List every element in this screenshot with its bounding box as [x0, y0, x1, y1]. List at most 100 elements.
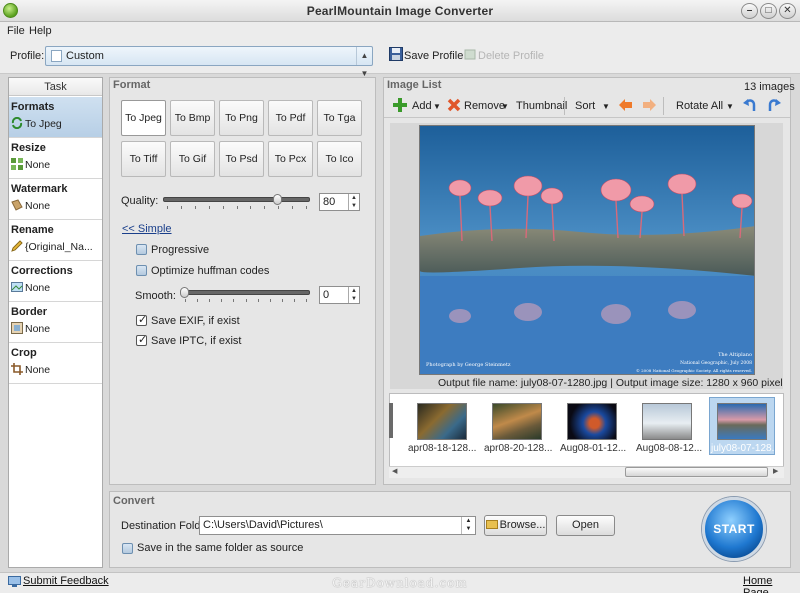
scrollbar-thumb[interactable]	[625, 467, 768, 477]
to-jpeg-button[interactable]: To Jpeg	[121, 100, 166, 136]
task-title: Formats	[11, 101, 55, 113]
thumbnail-image[interactable]	[417, 403, 467, 440]
to-png-button[interactable]: To Png	[219, 100, 264, 136]
thumbnail-image[interactable]	[567, 403, 617, 440]
remove-icon	[447, 98, 461, 112]
task-crop[interactable]: Crop None	[9, 343, 102, 384]
to-tga-button[interactable]: To Tga	[317, 100, 362, 136]
rotate-left-icon[interactable]	[743, 98, 757, 112]
to-pcx-button[interactable]: To Pcx	[268, 141, 313, 177]
thumbnail-image[interactable]	[717, 403, 767, 440]
to-pdf-button[interactable]: To Pdf	[268, 100, 313, 136]
sort-dropdown-icon[interactable]: ▼	[602, 102, 610, 111]
photo-caption-title: The Altiplano	[718, 352, 752, 358]
slider-tick	[264, 206, 265, 209]
watermark-icon	[11, 199, 23, 211]
quality-spinbox[interactable]: 80 ▲ ▼	[319, 193, 360, 211]
spin-arrows-icon[interactable]: ▲ ▼	[348, 287, 359, 303]
slider-tick	[237, 206, 238, 209]
rotate-dropdown-icon[interactable]: ▼	[726, 102, 734, 111]
image-preview[interactable]: Photograph by George Steinmetz The Altip…	[419, 125, 755, 375]
task-title: Resize	[11, 142, 46, 154]
optimize-huffman-checkbox[interactable]	[136, 265, 147, 276]
toolbar-separator	[564, 97, 565, 115]
next-arrow-icon[interactable]	[643, 99, 656, 111]
same-folder-label: Save in the same folder as source	[137, 542, 304, 554]
to-bmp-button[interactable]: To Bmp	[170, 100, 215, 136]
thumbnail-button[interactable]: Thumbnail	[516, 100, 567, 112]
simple-toggle-link[interactable]: << Simple	[122, 223, 172, 235]
progressive-checkbox[interactable]	[136, 244, 147, 255]
task-border[interactable]: Border None	[9, 302, 102, 343]
maximize-button[interactable]: □	[760, 3, 777, 19]
task-title: Rename	[11, 224, 54, 236]
menu-file[interactable]: File	[7, 25, 25, 37]
save-profile-button[interactable]: Save Profile	[404, 50, 463, 62]
remove-button[interactable]: Remove	[464, 100, 505, 112]
slider-tick	[306, 206, 307, 209]
task-corrections[interactable]: Corrections None	[9, 261, 102, 302]
corrections-icon	[11, 281, 23, 293]
task-title: Watermark	[11, 183, 68, 195]
smooth-spinbox[interactable]: 0 ▲ ▼	[319, 286, 360, 304]
progressive-label: Progressive	[151, 244, 210, 256]
slider-tick	[233, 299, 234, 302]
task-value: None	[25, 159, 51, 171]
slider-tick	[195, 206, 196, 209]
task-value: {Original_Na...	[25, 241, 93, 253]
thumbnail-image[interactable]	[492, 403, 542, 440]
to-tiff-button[interactable]: To Tiff	[121, 141, 166, 177]
to-ico-button[interactable]: To Ico	[317, 141, 362, 177]
task-resize[interactable]: Resize None	[9, 138, 102, 179]
destination-folder-input[interactable]: C:\Users\David\Pictures\ ▲ ▼	[199, 516, 476, 535]
menu-help[interactable]: Help	[29, 25, 52, 37]
slider-tick	[306, 299, 307, 302]
slider-tick	[250, 206, 251, 209]
rotate-all-button[interactable]: Rotate All	[676, 100, 723, 112]
minimize-button[interactable]: –	[741, 3, 758, 19]
add-button[interactable]: Add	[412, 100, 432, 112]
close-button[interactable]: ✕	[779, 3, 796, 19]
task-formats[interactable]: Formats To Jpeg	[9, 97, 102, 138]
task-value: None	[25, 200, 51, 212]
task-value: None	[25, 323, 51, 335]
save-iptc-checkbox[interactable]	[136, 333, 147, 346]
browse-button[interactable]: Browse...	[484, 515, 547, 536]
task-rename[interactable]: Rename {Original_Na...	[9, 220, 102, 261]
spin-arrows-icon[interactable]: ▲ ▼	[348, 194, 359, 210]
open-button[interactable]: Open	[556, 515, 615, 536]
scroll-left-icon[interactable]: ◀	[392, 467, 400, 477]
save-exif-checkbox[interactable]	[136, 313, 147, 326]
delete-profile-button[interactable]: Delete Profile	[478, 50, 544, 62]
start-button[interactable]: START	[702, 497, 766, 561]
sort-button[interactable]: Sort	[575, 100, 595, 112]
rotate-right-icon[interactable]	[767, 98, 781, 112]
destination-folder-value: C:\Users\David\Pictures\	[203, 519, 323, 531]
slider-tick	[209, 206, 210, 209]
slider-tick	[167, 206, 168, 209]
previous-arrow-icon[interactable]	[619, 99, 632, 111]
remove-dropdown-icon[interactable]: ▼	[501, 102, 509, 111]
slider-tick	[185, 299, 186, 302]
folder-icon	[485, 520, 498, 529]
task-value: None	[25, 364, 51, 376]
task-watermark[interactable]: Watermark None	[9, 179, 102, 220]
photo-caption-source: National Geographic, July 2008	[680, 360, 752, 366]
chevron-down-icon[interactable]: ▲ ▼	[461, 517, 475, 534]
submit-feedback-link[interactable]: Submit Feedback	[23, 575, 109, 587]
to-gif-button[interactable]: To Gif	[170, 141, 215, 177]
smooth-slider[interactable]	[181, 290, 310, 295]
slider-tick	[221, 299, 222, 302]
quality-slider[interactable]	[163, 197, 310, 202]
resize-icon	[11, 158, 23, 170]
task-header: Task	[9, 78, 102, 96]
scroll-right-icon[interactable]: ▶	[773, 467, 781, 477]
chevron-down-icon[interactable]: ▲ ▼	[356, 47, 372, 78]
thumbnail-image[interactable]	[642, 403, 692, 440]
same-folder-checkbox[interactable]	[122, 543, 133, 554]
home-page-link[interactable]: Home Page	[743, 575, 800, 593]
smooth-slider-thumb[interactable]	[180, 287, 189, 298]
add-dropdown-icon[interactable]: ▼	[433, 102, 441, 111]
profile-select[interactable]: Custom ▲ ▼	[45, 46, 373, 78]
to-psd-button[interactable]: To Psd	[219, 141, 264, 177]
